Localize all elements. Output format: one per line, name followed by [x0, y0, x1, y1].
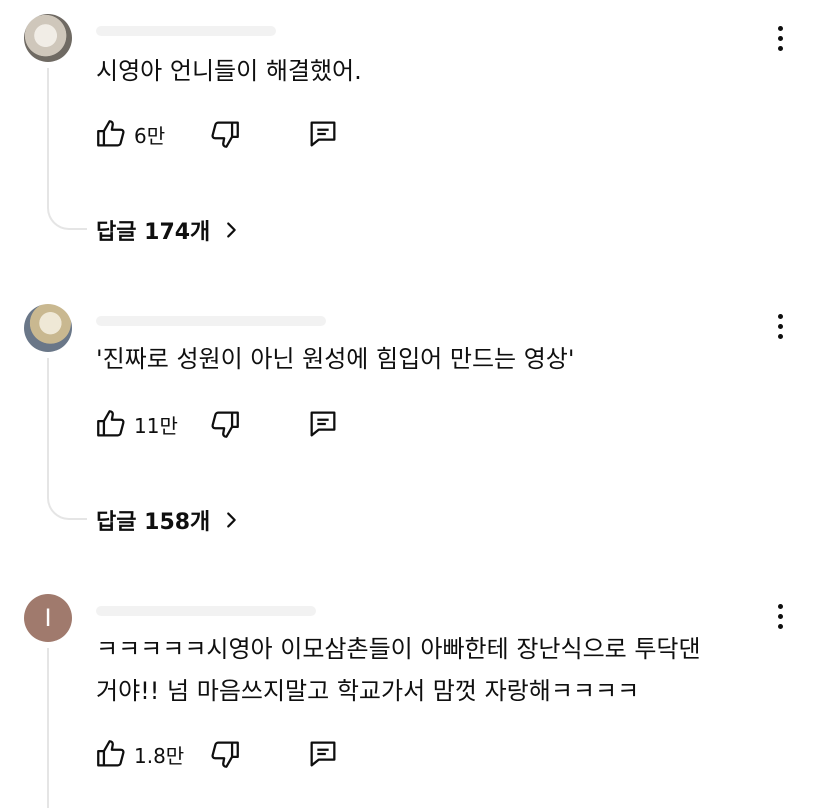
reply-comment-icon: [310, 741, 336, 767]
comment-text: ㅋㅋㅋㅋㅋ시영아 이모삼촌들이 아빠한테 장난식으로 투닥댄 거야!! 넘 마음…: [96, 635, 701, 705]
thumbs-up-icon: [97, 120, 125, 147]
thread-curve: [47, 496, 87, 520]
comment-actions: 1.8만: [94, 736, 394, 772]
more-options-button[interactable]: [768, 22, 792, 54]
comment-actions: 11만: [94, 406, 394, 442]
comment-actions: 6만: [94, 116, 394, 152]
more-options-button[interactable]: [768, 310, 792, 342]
comment-text: 시영아 언니들이 해결했어.: [96, 57, 362, 85]
thumbs-down-icon: [211, 121, 239, 148]
thread-curve: [47, 206, 87, 230]
chevron-right-icon: [227, 222, 237, 238]
thumbs-down-icon: [211, 411, 239, 438]
comment-text: '진짜로 성원이 아닌 원성에 힘입어 만드는 영상': [96, 345, 575, 373]
reply-comment-icon: [310, 121, 336, 147]
like-count: 6만: [134, 123, 166, 148]
replies-label: 답글 158개: [96, 510, 211, 535]
like-button[interactable]: 11만: [94, 406, 178, 442]
reply-button[interactable]: [306, 116, 340, 152]
user-avatar[interactable]: [24, 304, 72, 352]
like-count: 1.8만: [134, 743, 185, 768]
replies-label: 답글 174개: [96, 220, 211, 245]
dislike-button[interactable]: [208, 406, 242, 442]
reply-comment-icon: [310, 411, 336, 437]
dislike-button[interactable]: [208, 736, 242, 772]
like-button[interactable]: 1.8만: [94, 736, 184, 772]
like-count: 11만: [134, 413, 178, 438]
author-name-redacted: [96, 606, 316, 616]
reply-button[interactable]: [306, 406, 340, 442]
thread-line: [47, 648, 49, 808]
author-name-redacted: [96, 316, 326, 326]
like-button[interactable]: 6만: [94, 116, 165, 152]
thumbs-up-icon: [97, 410, 125, 437]
thread-line: [47, 358, 49, 498]
user-avatar[interactable]: [24, 14, 72, 62]
more-vertical-icon: [777, 313, 783, 319]
view-replies-button[interactable]: 답글 158개: [96, 502, 242, 538]
thumbs-down-icon: [211, 741, 239, 768]
view-replies-button[interactable]: 답글 174개: [96, 212, 242, 248]
avatar-letter: I: [44, 604, 52, 632]
more-vertical-icon: [777, 25, 783, 31]
dislike-button[interactable]: [208, 116, 242, 152]
user-avatar[interactable]: I: [24, 594, 72, 642]
reply-button[interactable]: [306, 736, 340, 772]
thread-line: [47, 68, 49, 208]
more-options-button[interactable]: [768, 600, 792, 632]
thumbs-up-icon: [97, 740, 125, 767]
more-vertical-icon: [777, 603, 783, 609]
chevron-right-icon: [227, 512, 237, 528]
author-name-redacted: [96, 26, 276, 36]
